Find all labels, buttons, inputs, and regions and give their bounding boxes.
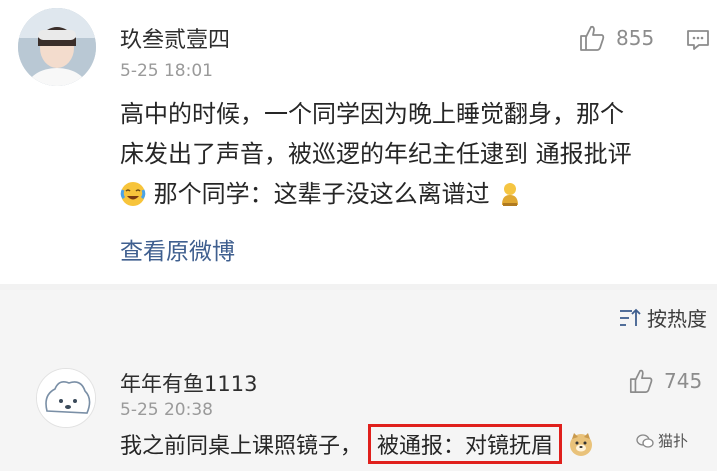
bow-emoji-icon <box>502 183 519 206</box>
view-original-link[interactable]: 查看原微博 <box>120 232 235 266</box>
sort-button[interactable]: 按热度 <box>619 303 707 332</box>
like-button[interactable]: 855 <box>578 24 654 52</box>
post-body: 高中的时候，一个同学因为晚上睡觉翻身，那个 床发出了声音，被巡逻的年纪主任逮到 … <box>120 94 710 214</box>
weibo-post: 玖叁贰壹四 5-25 18:01 855 高中的时候，一个同学因为晚上睡觉翻身，… <box>0 0 717 284</box>
watermark: 猫扑 <box>636 430 688 451</box>
post-text-line-3: 那个同学：这辈子没这么离谱过 <box>120 174 710 214</box>
sort-label: 按热度 <box>647 307 707 331</box>
post-text-line: 床发出了声音，被巡逻的年纪主任逮到 通报批评 <box>120 140 632 168</box>
comment-section: 按热度 年年有鱼1113 5-25 20:38 745 我之前同桌上课照镜子， … <box>0 290 717 471</box>
post-text-line: 那个同学：这辈子没这么离谱过 <box>153 180 490 208</box>
like-icon <box>629 369 653 393</box>
comment-icon[interactable] <box>686 29 710 55</box>
post-username[interactable]: 玖叁贰壹四 <box>120 22 230 54</box>
laugh-cry-emoji-icon <box>120 182 146 206</box>
highlighted-text: 被通报：对镜抚眉 <box>368 424 563 464</box>
post-timestamp: 5-25 18:01 <box>120 61 213 81</box>
comment-body: 我之前同桌上课照镜子， 被通报：对镜抚眉 <box>120 424 594 464</box>
chat-bubble-icon <box>636 433 654 448</box>
comment-text: 我之前同桌上课照镜子， <box>120 434 363 459</box>
doge-emoji-icon <box>570 433 593 456</box>
sort-icon <box>620 308 641 326</box>
comment-username[interactable]: 年年有鱼1113 <box>120 368 257 398</box>
comment-timestamp: 5-25 20:38 <box>120 400 213 420</box>
post-text-line: 高中的时候，一个同学因为晚上睡觉翻身，那个 <box>120 100 624 128</box>
like-count: 855 <box>616 26 655 50</box>
like-icon <box>580 25 605 51</box>
comment-like-button[interactable]: 745 <box>628 368 702 394</box>
avatar[interactable] <box>36 368 96 428</box>
avatar[interactable] <box>18 8 96 86</box>
comment-like-count: 745 <box>664 369 703 393</box>
watermark-text: 猫扑 <box>658 432 689 450</box>
